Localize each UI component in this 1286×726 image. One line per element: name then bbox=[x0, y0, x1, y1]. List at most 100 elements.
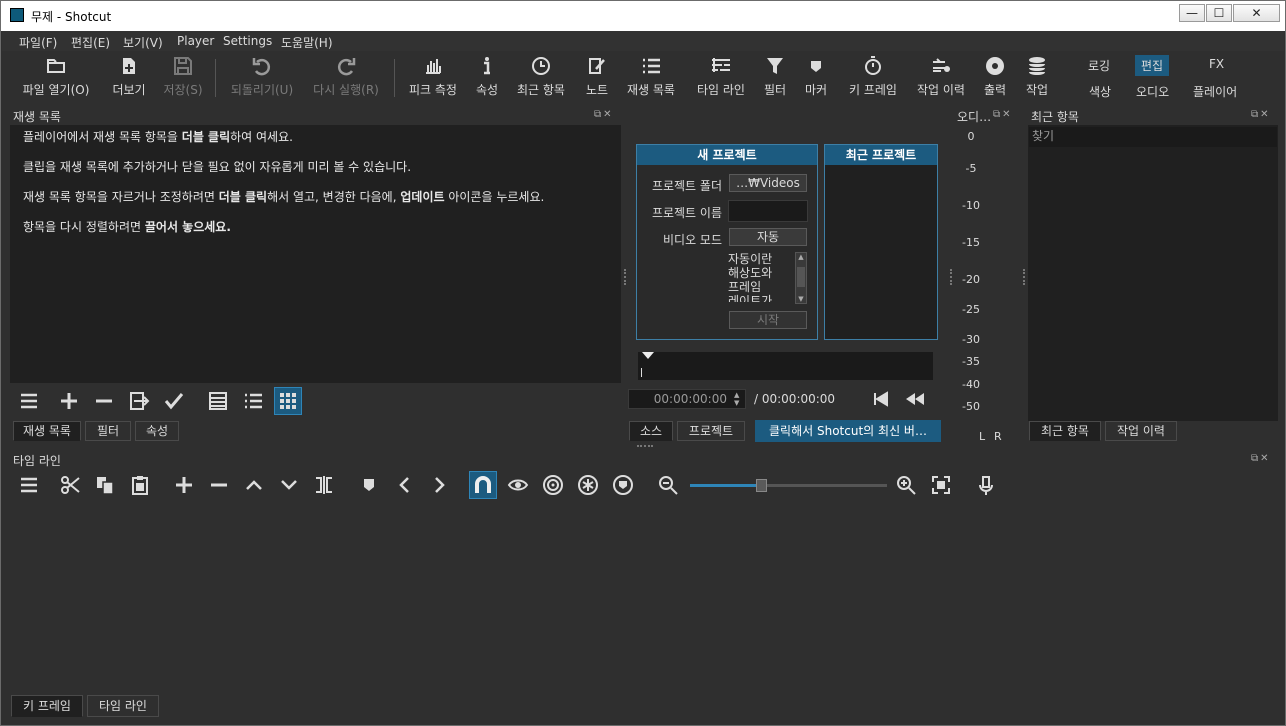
menu-player[interactable]: Player bbox=[177, 34, 214, 48]
jobs-button[interactable]: 작업 bbox=[1020, 53, 1054, 103]
save-button[interactable]: 저장(S) bbox=[160, 53, 206, 103]
splitter-handle[interactable] bbox=[624, 269, 626, 285]
playlist-update-button[interactable] bbox=[125, 387, 153, 415]
recent-search-input[interactable]: 찾기 bbox=[1029, 127, 1277, 147]
layout-color[interactable]: 색상 bbox=[1089, 83, 1111, 100]
filters-button[interactable]: 필터 bbox=[760, 53, 790, 103]
tab-keyframes[interactable]: 키 프레임 bbox=[11, 695, 83, 717]
rewind-button[interactable] bbox=[901, 385, 929, 413]
zoom-fit-button[interactable] bbox=[927, 471, 955, 499]
playlist-add-button[interactable] bbox=[55, 387, 83, 415]
menu-settings[interactable]: Settings bbox=[223, 34, 272, 48]
file-plus-icon bbox=[106, 55, 152, 81]
ripple-markers-button[interactable] bbox=[609, 471, 637, 499]
ripple-button[interactable] bbox=[539, 471, 567, 499]
overwrite-button[interactable] bbox=[275, 471, 303, 499]
playlist-menu-button[interactable] bbox=[15, 387, 43, 415]
playlist-dock-buttons[interactable]: ⧉✕ bbox=[594, 109, 614, 120]
description-scrollbar[interactable]: ▲ ▼ bbox=[795, 252, 807, 304]
minimize-button[interactable]: — bbox=[1179, 4, 1205, 22]
icon-view-button[interactable] bbox=[274, 387, 302, 415]
list-icon bbox=[622, 55, 680, 81]
playlist-check-button[interactable] bbox=[160, 387, 188, 415]
timeline-button[interactable]: 타임 라인 bbox=[690, 53, 752, 103]
layout-logging[interactable]: 로깅 bbox=[1088, 57, 1110, 74]
timecode-spinner[interactable]: ▲ ▼ bbox=[734, 391, 739, 407]
tab-timeline[interactable]: 타임 라인 bbox=[87, 695, 159, 717]
snap-button[interactable] bbox=[469, 471, 497, 499]
export-button[interactable]: 출력 bbox=[978, 53, 1012, 103]
tab-properties[interactable]: 속성 bbox=[135, 421, 179, 441]
layout-editing[interactable]: 편집 bbox=[1135, 55, 1170, 76]
splitter-handle[interactable] bbox=[1023, 269, 1025, 285]
zoom-slider-handle[interactable] bbox=[755, 479, 767, 492]
timeline-menu-button[interactable] bbox=[15, 471, 43, 499]
menu-edit[interactable]: 편집(E) bbox=[71, 34, 110, 51]
list-view-button[interactable] bbox=[239, 387, 267, 415]
open-other-button[interactable]: 더보기 bbox=[106, 53, 152, 103]
tab-recent[interactable]: 최근 항목 bbox=[1029, 421, 1101, 441]
next-marker-button[interactable] bbox=[425, 471, 453, 499]
ripple-all-tracks-button[interactable] bbox=[574, 471, 602, 499]
menu-help[interactable]: 도움말(H) bbox=[281, 34, 333, 51]
recent-dock-buttons[interactable]: ⧉✕ bbox=[1251, 109, 1271, 120]
scrub-while-dragging-button[interactable] bbox=[504, 471, 532, 499]
zoom-slider[interactable] bbox=[690, 479, 887, 492]
skip-previous-button[interactable] bbox=[867, 385, 895, 413]
markers-button[interactable]: 마커 bbox=[800, 53, 832, 103]
zoom-in-button[interactable] bbox=[892, 471, 920, 499]
previous-marker-button[interactable] bbox=[391, 471, 419, 499]
redo-button[interactable]: 다시 실행(R) bbox=[308, 53, 384, 103]
notes-button[interactable]: 노트 bbox=[580, 53, 614, 103]
position-timecode[interactable]: 00:00:00:00 bbox=[628, 389, 746, 409]
timeline-dock-buttons[interactable]: ⧉✕ bbox=[1251, 453, 1271, 464]
menu-file[interactable]: 파일(F) bbox=[19, 34, 57, 51]
peak-meter-button[interactable]: 피크 측정 bbox=[404, 53, 462, 103]
splitter-handle[interactable] bbox=[637, 445, 653, 447]
scroll-up-icon[interactable]: ▲ bbox=[796, 253, 806, 261]
copy-button[interactable] bbox=[91, 471, 119, 499]
add-marker-button[interactable] bbox=[355, 471, 383, 499]
properties-button[interactable]: 속성 bbox=[470, 53, 504, 103]
plus-icon bbox=[61, 393, 77, 409]
audio-dock-buttons[interactable]: ⧉✕ bbox=[993, 109, 1013, 120]
tab-filters[interactable]: 필터 bbox=[85, 421, 131, 441]
scroll-thumb[interactable] bbox=[797, 267, 805, 287]
close-button[interactable]: ✕ bbox=[1233, 4, 1280, 22]
history-button[interactable]: 작업 이력 bbox=[912, 53, 970, 103]
playhead-icon[interactable] bbox=[642, 352, 654, 359]
video-mode-button[interactable]: 자동 bbox=[729, 228, 807, 246]
layout-fx[interactable]: FX bbox=[1209, 57, 1224, 71]
maximize-button[interactable]: ☐ bbox=[1206, 4, 1232, 22]
tab-playlist[interactable]: 재생 목록 bbox=[13, 421, 81, 441]
lift-button[interactable] bbox=[240, 471, 268, 499]
scrub-bar[interactable] bbox=[638, 352, 933, 380]
undo-button[interactable]: 되돌리기(U) bbox=[226, 53, 298, 103]
split-button[interactable] bbox=[310, 471, 338, 499]
start-button[interactable]: 시작 bbox=[729, 311, 807, 329]
splitter-handle[interactable] bbox=[950, 269, 952, 285]
ripple-delete-button[interactable] bbox=[205, 471, 233, 499]
zoom-out-button[interactable] bbox=[654, 471, 682, 499]
menu-view[interactable]: 보기(V) bbox=[123, 34, 163, 51]
project-name-input[interactable] bbox=[728, 200, 808, 222]
detail-view-button[interactable] bbox=[204, 387, 232, 415]
update-banner[interactable]: 클릭해서 Shotcut의 최신 버… bbox=[755, 420, 941, 442]
open-file-button[interactable]: 파일 열기(O) bbox=[14, 53, 98, 103]
playlist-remove-button[interactable] bbox=[90, 387, 118, 415]
layout-audio[interactable]: 오디오 bbox=[1136, 83, 1169, 100]
layout-player[interactable]: 플레이어 bbox=[1193, 83, 1237, 100]
record-audio-button[interactable] bbox=[972, 471, 1000, 499]
keyframes-button[interactable]: 키 프레임 bbox=[842, 53, 904, 103]
playlist-button[interactable]: 재생 목록 bbox=[622, 53, 680, 103]
tab-source[interactable]: 소스 bbox=[629, 421, 673, 441]
cut-button[interactable] bbox=[56, 471, 84, 499]
tab-project[interactable]: 프로젝트 bbox=[677, 421, 745, 441]
recent-button[interactable]: 최근 항목 bbox=[512, 53, 570, 103]
tab-history[interactable]: 작업 이력 bbox=[1105, 421, 1177, 441]
paste-button[interactable] bbox=[126, 471, 154, 499]
append-button[interactable] bbox=[170, 471, 198, 499]
project-folder-button[interactable]: …₩Videos bbox=[729, 174, 807, 192]
scroll-down-icon[interactable]: ▼ bbox=[796, 295, 806, 303]
timeline-tracks-area[interactable] bbox=[10, 502, 1278, 695]
